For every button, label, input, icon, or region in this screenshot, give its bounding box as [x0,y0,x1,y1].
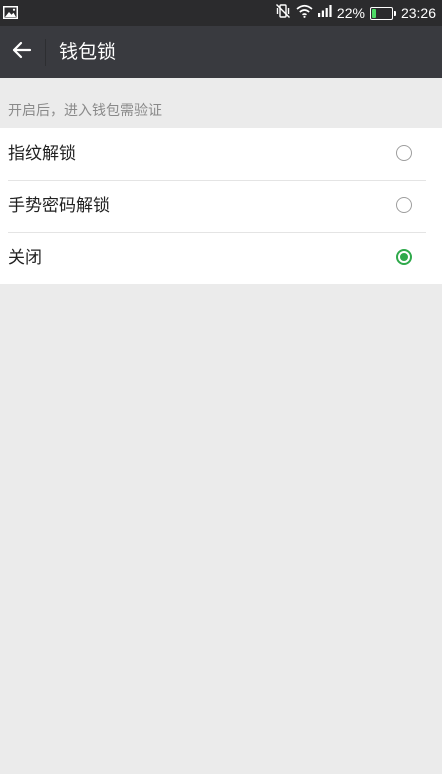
signal-icon [317,5,332,21]
radio-button[interactable] [396,145,412,161]
battery-icon [369,6,396,20]
section-hint: 开启后，进入钱包需验证 [8,103,162,119]
option-gesture-unlock[interactable]: 手势密码解锁 [0,180,442,232]
wifi-icon [296,4,313,22]
option-fingerprint-unlock[interactable]: 指纹解锁 [0,128,442,180]
option-label: 手势密码解锁 [8,196,110,216]
arrow-left-icon [12,41,32,63]
radio-button[interactable] [396,197,412,213]
page-title: 钱包锁 [59,41,117,63]
battery-percent: 22% [336,5,365,21]
header-divider [45,39,46,66]
battery-level [371,8,376,18]
back-button[interactable] [0,26,44,78]
vibrate-icon [275,3,291,23]
image-icon [3,6,18,23]
clock: 23:26 [400,5,436,21]
app-bar: 钱包锁 [0,26,442,78]
option-off[interactable]: 关闭 [0,232,442,284]
option-label: 关闭 [8,248,42,268]
lock-options-list: 指纹解锁 手势密码解锁 关闭 [0,128,442,284]
option-label: 指纹解锁 [8,144,76,164]
radio-button[interactable] [396,249,412,265]
status-bar: 22% 23:26 [0,0,442,26]
